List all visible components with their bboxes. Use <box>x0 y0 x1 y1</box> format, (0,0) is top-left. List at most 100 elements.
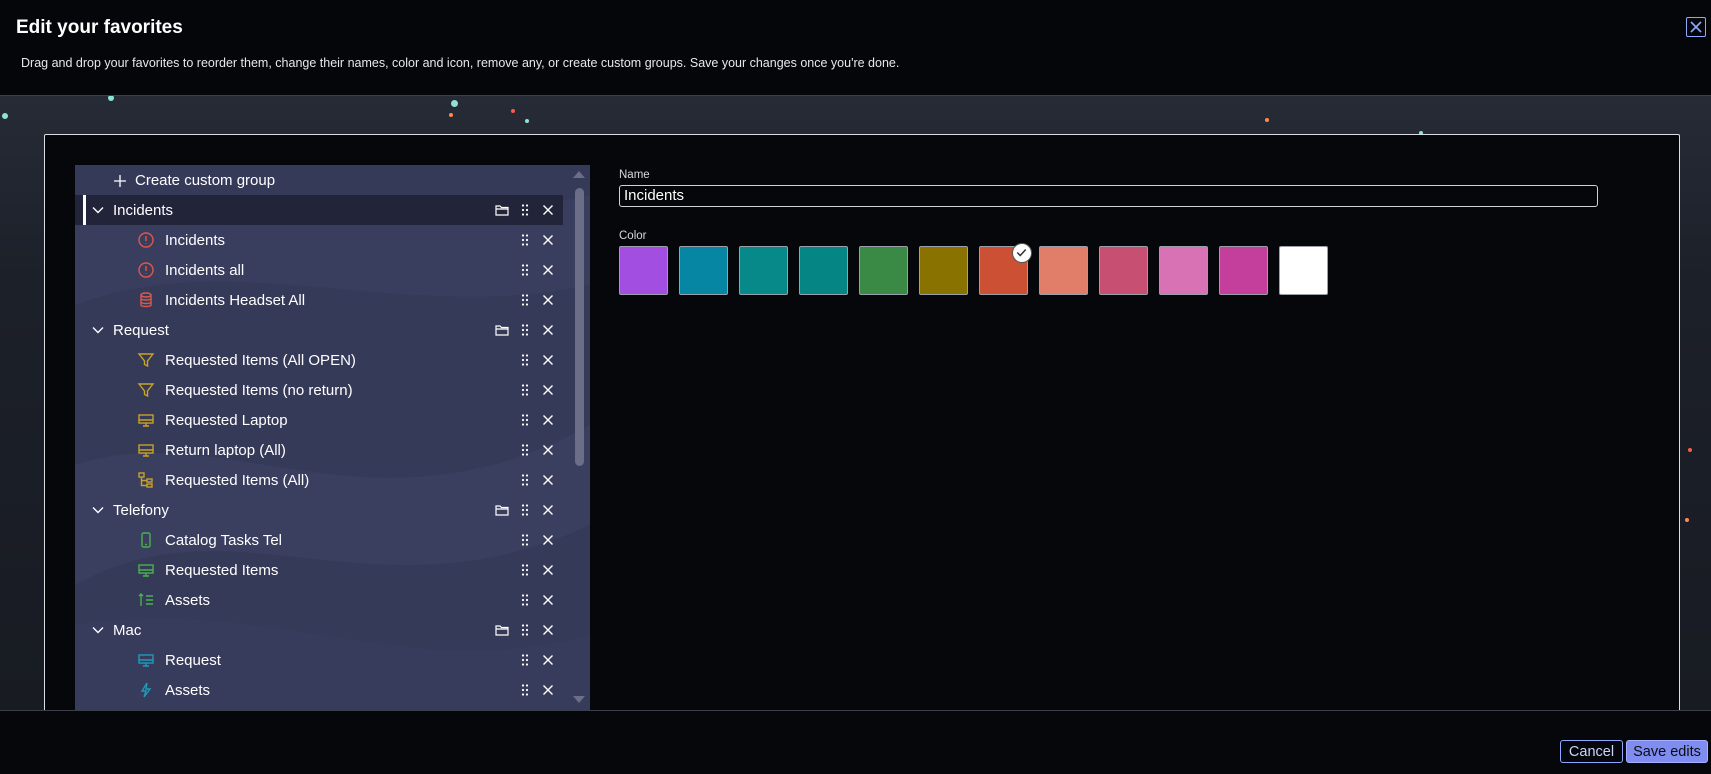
favorite-item-label: Incidents <box>165 231 226 249</box>
favorite-item-label: Requested Items (All OPEN) <box>165 351 356 369</box>
remove-icon[interactable] <box>541 503 555 517</box>
drag-handle-icon[interactable] <box>518 653 532 667</box>
favorite-item-label: Requested Items (no return) <box>165 381 353 399</box>
chevron-down-icon[interactable] <box>91 623 105 637</box>
alert-circle-icon <box>137 231 155 249</box>
alert-circle-icon <box>137 261 155 279</box>
group-row-incidents[interactable]: Incidents <box>75 195 563 225</box>
folder-icon[interactable] <box>495 203 509 217</box>
color-swatch[interactable] <box>1159 246 1208 295</box>
remove-icon[interactable] <box>541 203 555 217</box>
remove-icon[interactable] <box>541 683 555 697</box>
chevron-down-icon[interactable] <box>91 503 105 517</box>
favorite-item[interactable]: Request <box>75 645 563 675</box>
drag-handle-icon[interactable] <box>518 323 532 337</box>
drag-handle-icon[interactable] <box>518 503 532 517</box>
favorite-item[interactable]: Requested Items (All OPEN) <box>75 345 563 375</box>
group-row-telefony[interactable]: Telefony <box>75 495 563 525</box>
group-label: Telefony <box>113 501 169 519</box>
drag-handle-icon[interactable] <box>518 443 532 457</box>
save-edits-button[interactable]: Save edits <box>1626 740 1708 763</box>
drag-handle-icon[interactable] <box>518 623 532 637</box>
favorite-item-label: Incidents all <box>165 261 245 279</box>
drag-handle-icon[interactable] <box>518 563 532 577</box>
color-swatch[interactable] <box>1279 246 1328 295</box>
favorite-item-label: Requested Items <box>165 561 279 579</box>
color-swatch[interactable] <box>1219 246 1268 295</box>
remove-icon[interactable] <box>541 383 555 397</box>
color-swatch[interactable] <box>1039 246 1088 295</box>
remove-icon[interactable] <box>541 293 555 307</box>
close-button[interactable] <box>1686 17 1706 37</box>
monitor-icon <box>137 561 155 579</box>
remove-icon[interactable] <box>541 323 555 337</box>
favorite-item[interactable]: Requested Laptop <box>75 405 563 435</box>
color-swatch[interactable] <box>1099 246 1148 295</box>
color-swatch[interactable] <box>919 246 968 295</box>
hierarchy-icon <box>137 471 155 489</box>
drag-handle-icon[interactable] <box>518 353 532 367</box>
sort-list-icon <box>137 591 155 609</box>
remove-icon[interactable] <box>541 353 555 367</box>
group-label: Mac <box>113 621 142 639</box>
drag-handle-icon[interactable] <box>518 293 532 307</box>
folder-icon[interactable] <box>495 623 509 637</box>
remove-icon[interactable] <box>541 623 555 637</box>
favorite-item[interactable]: Assets <box>75 675 563 705</box>
scrollbar-thumb[interactable] <box>575 188 584 466</box>
color-swatch[interactable] <box>799 246 848 295</box>
chevron-down-icon[interactable] <box>91 323 105 337</box>
favorite-item[interactable]: Requested Items (All) <box>75 465 563 495</box>
remove-icon[interactable] <box>541 563 555 577</box>
group-row-mac[interactable]: Mac <box>75 615 563 645</box>
remove-icon[interactable] <box>541 443 555 457</box>
favorite-item[interactable]: Incidents <box>75 225 563 255</box>
favorite-item-label: Assets <box>165 681 211 699</box>
color-swatch[interactable] <box>679 246 728 295</box>
drag-handle-icon[interactable] <box>518 533 532 547</box>
drag-handle-icon[interactable] <box>518 263 532 277</box>
remove-icon[interactable] <box>541 413 555 427</box>
remove-icon[interactable] <box>541 233 555 247</box>
color-swatch[interactable] <box>739 246 788 295</box>
drag-handle-icon[interactable] <box>518 203 532 217</box>
favorite-item[interactable]: Incidents Headset All <box>75 285 563 315</box>
drag-handle-icon[interactable] <box>518 383 532 397</box>
create-custom-group-button[interactable]: Create custom group <box>75 165 563 195</box>
name-label: Name <box>619 169 650 181</box>
favorite-item[interactable]: Catalog Tasks Tel <box>75 525 563 555</box>
drag-handle-icon[interactable] <box>518 413 532 427</box>
monitor-icon <box>137 651 155 669</box>
remove-icon[interactable] <box>541 533 555 547</box>
folder-icon[interactable] <box>495 323 509 337</box>
remove-icon[interactable] <box>541 263 555 277</box>
drag-handle-icon[interactable] <box>518 473 532 487</box>
drag-handle-icon[interactable] <box>518 683 532 697</box>
favorite-item[interactable]: Incidents all <box>75 255 563 285</box>
color-swatch[interactable] <box>619 246 668 295</box>
remove-icon[interactable] <box>541 473 555 487</box>
folder-icon[interactable] <box>495 503 509 517</box>
favorite-item-label: Return laptop (All) <box>165 441 286 459</box>
drag-handle-icon[interactable] <box>518 233 532 247</box>
name-input[interactable]: Incidents <box>619 185 1598 207</box>
chevron-down-icon[interactable] <box>91 203 105 217</box>
active-indicator <box>83 195 86 225</box>
filter-icon <box>137 381 155 399</box>
favorite-item[interactable]: Requested Items <box>75 555 563 585</box>
group-row-request[interactable]: Request <box>75 315 563 345</box>
dialog-footer <box>0 710 1711 774</box>
remove-icon[interactable] <box>541 593 555 607</box>
cancel-button[interactable]: Cancel <box>1560 740 1623 763</box>
group-label: Request <box>113 321 169 339</box>
favorite-item[interactable]: Requested Items (no return) <box>75 375 563 405</box>
filter-icon <box>137 351 155 369</box>
database-icon <box>137 291 155 309</box>
plus-icon <box>114 174 126 187</box>
favorite-item[interactable]: Return laptop (All) <box>75 435 563 465</box>
drag-handle-icon[interactable] <box>518 593 532 607</box>
color-swatch[interactable] <box>859 246 908 295</box>
dialog-subtitle: Drag and drop your favorites to reorder … <box>21 56 900 70</box>
remove-icon[interactable] <box>541 653 555 667</box>
favorite-item[interactable]: Assets <box>75 585 563 615</box>
